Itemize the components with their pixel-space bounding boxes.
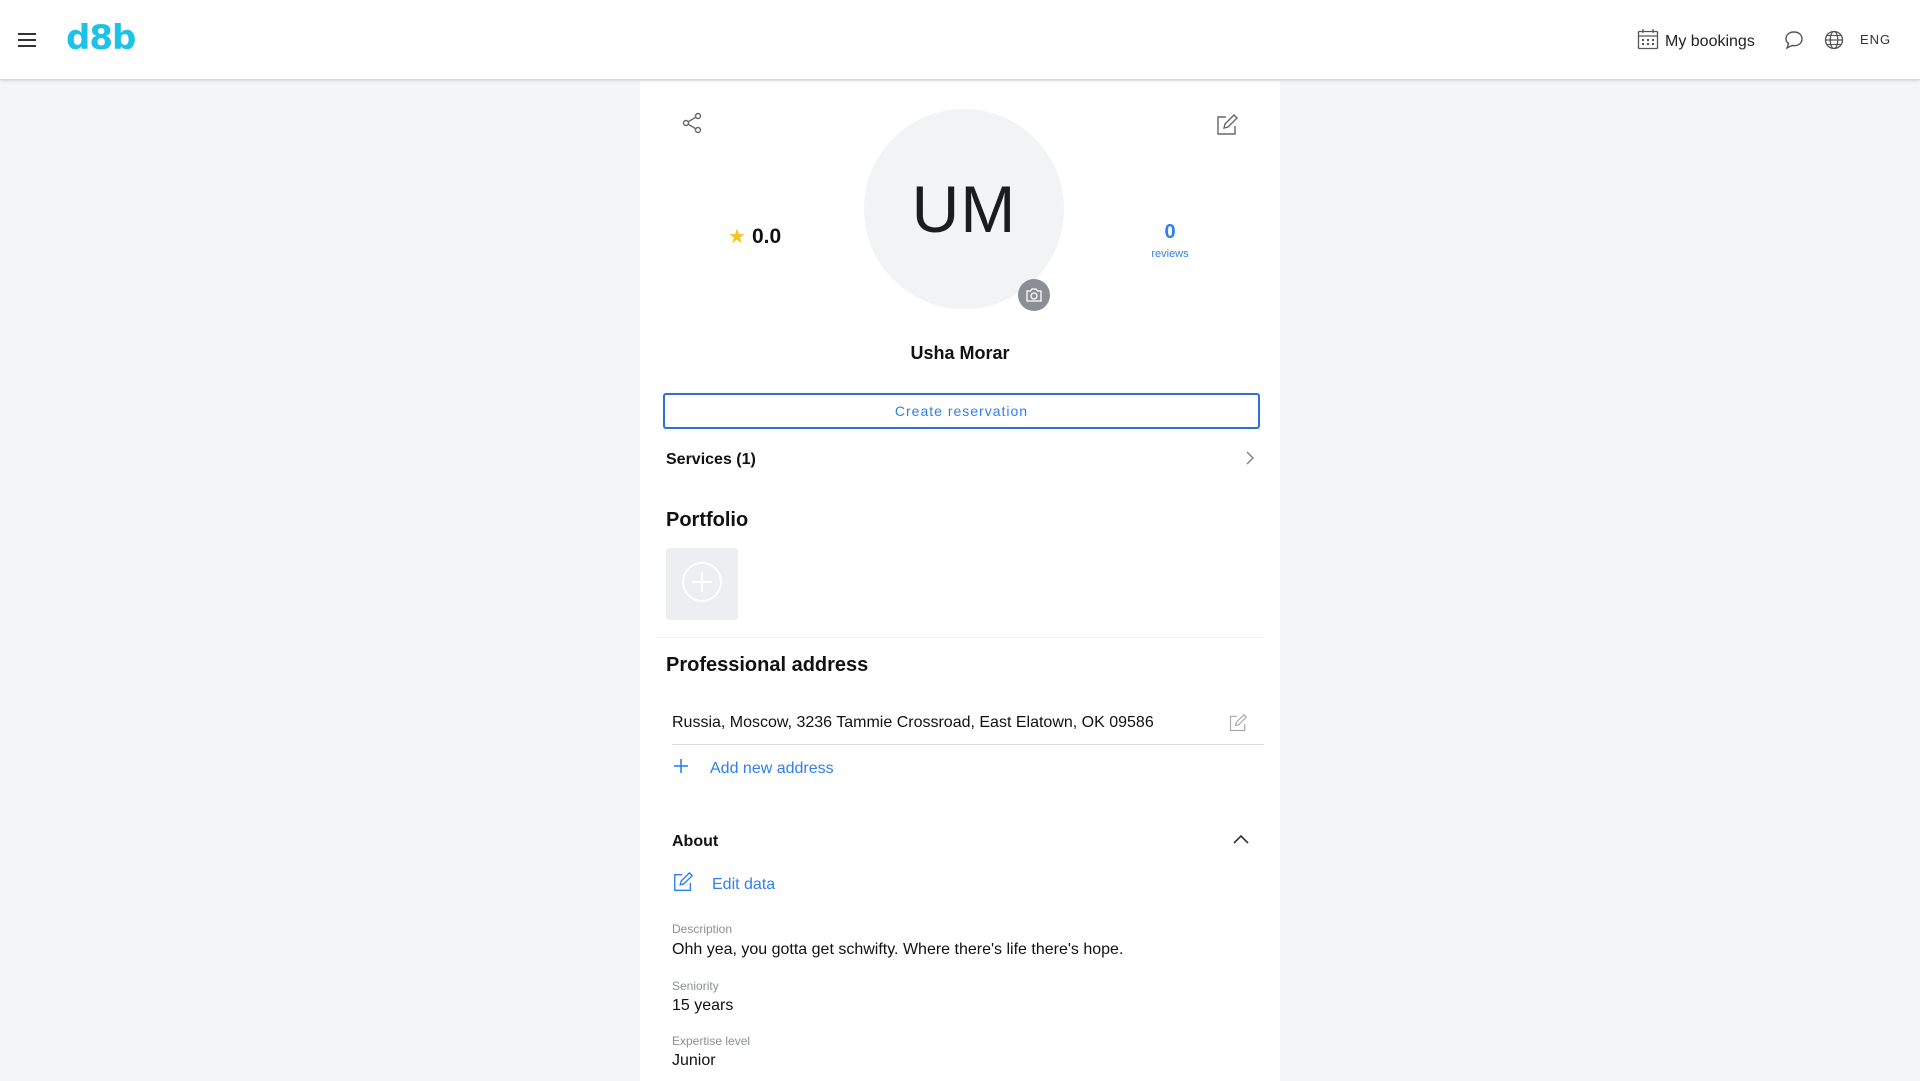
top-bar: d8b My bookings ENG [0,0,1920,80]
seniority-label: Seniority [672,979,719,993]
camera-icon[interactable] [1018,279,1050,311]
expertise-level-label: Expertise level [672,1034,751,1048]
plus-icon [672,757,690,780]
profile-name: Usha Morar [910,343,1010,363]
address-item: Russia, Moscow, 3236 Tammie Crossroad, E… [672,701,1264,745]
avatar-initials: UM [911,172,1017,246]
reviews-label: reviews [1151,248,1189,260]
portfolio-title: Portfolio [666,509,749,531]
about-toggle[interactable]: About [672,827,1252,857]
add-address-label: Add new address [710,759,834,777]
edit-data-label: Edit data [712,875,776,893]
globe-icon[interactable] [1823,29,1845,51]
divider [656,637,1264,638]
edit-icon[interactable] [1215,113,1239,137]
star-icon: ★ [728,226,746,248]
chat-icon[interactable] [1783,29,1805,51]
services-row[interactable]: Services (1) [666,445,1260,475]
menu-icon[interactable] [16,28,40,52]
logo[interactable]: d8b [66,18,136,58]
edit-icon [672,871,694,898]
add-portfolio-item-button[interactable] [666,548,738,620]
edit-address-icon[interactable] [1228,713,1248,733]
services-label: Services (1) [666,451,756,468]
rating: ★ 0.0 [728,225,781,249]
about-title: About [672,833,719,850]
create-reservation-button[interactable]: Create reservation [663,393,1260,429]
add-address-button[interactable]: Add new address [672,757,834,780]
chevron-up-icon [1230,829,1252,856]
share-icon[interactable] [680,111,704,135]
reviews-count: 0 [1164,221,1176,243]
plus-circle-icon [681,561,723,608]
my-bookings-label: My bookings [1665,32,1755,50]
description-label: Description [672,922,733,936]
address-text: Russia, Moscow, 3236 Tammie Crossroad, E… [672,713,1154,731]
calendar-icon [1637,28,1659,55]
profile-card: ★ 0.0 UM 0 reviews Usha Morar Create res… [640,81,1280,1081]
my-bookings-button[interactable]: My bookings [1637,28,1755,55]
seniority-value: 15 years [672,997,734,1014]
rating-value: 0.0 [751,225,782,248]
reviews-link[interactable]: 0 reviews [1140,221,1200,260]
edit-data-button[interactable]: Edit data [672,871,775,898]
language-selector[interactable]: ENG [1860,32,1891,47]
description-value: Ohh yea, you gotta get schwifty. Where t… [672,941,1124,958]
chevron-right-icon [1240,448,1260,473]
professional-address-title: Professional address [666,654,869,676]
expertise-level-value: Junior [672,1052,716,1069]
